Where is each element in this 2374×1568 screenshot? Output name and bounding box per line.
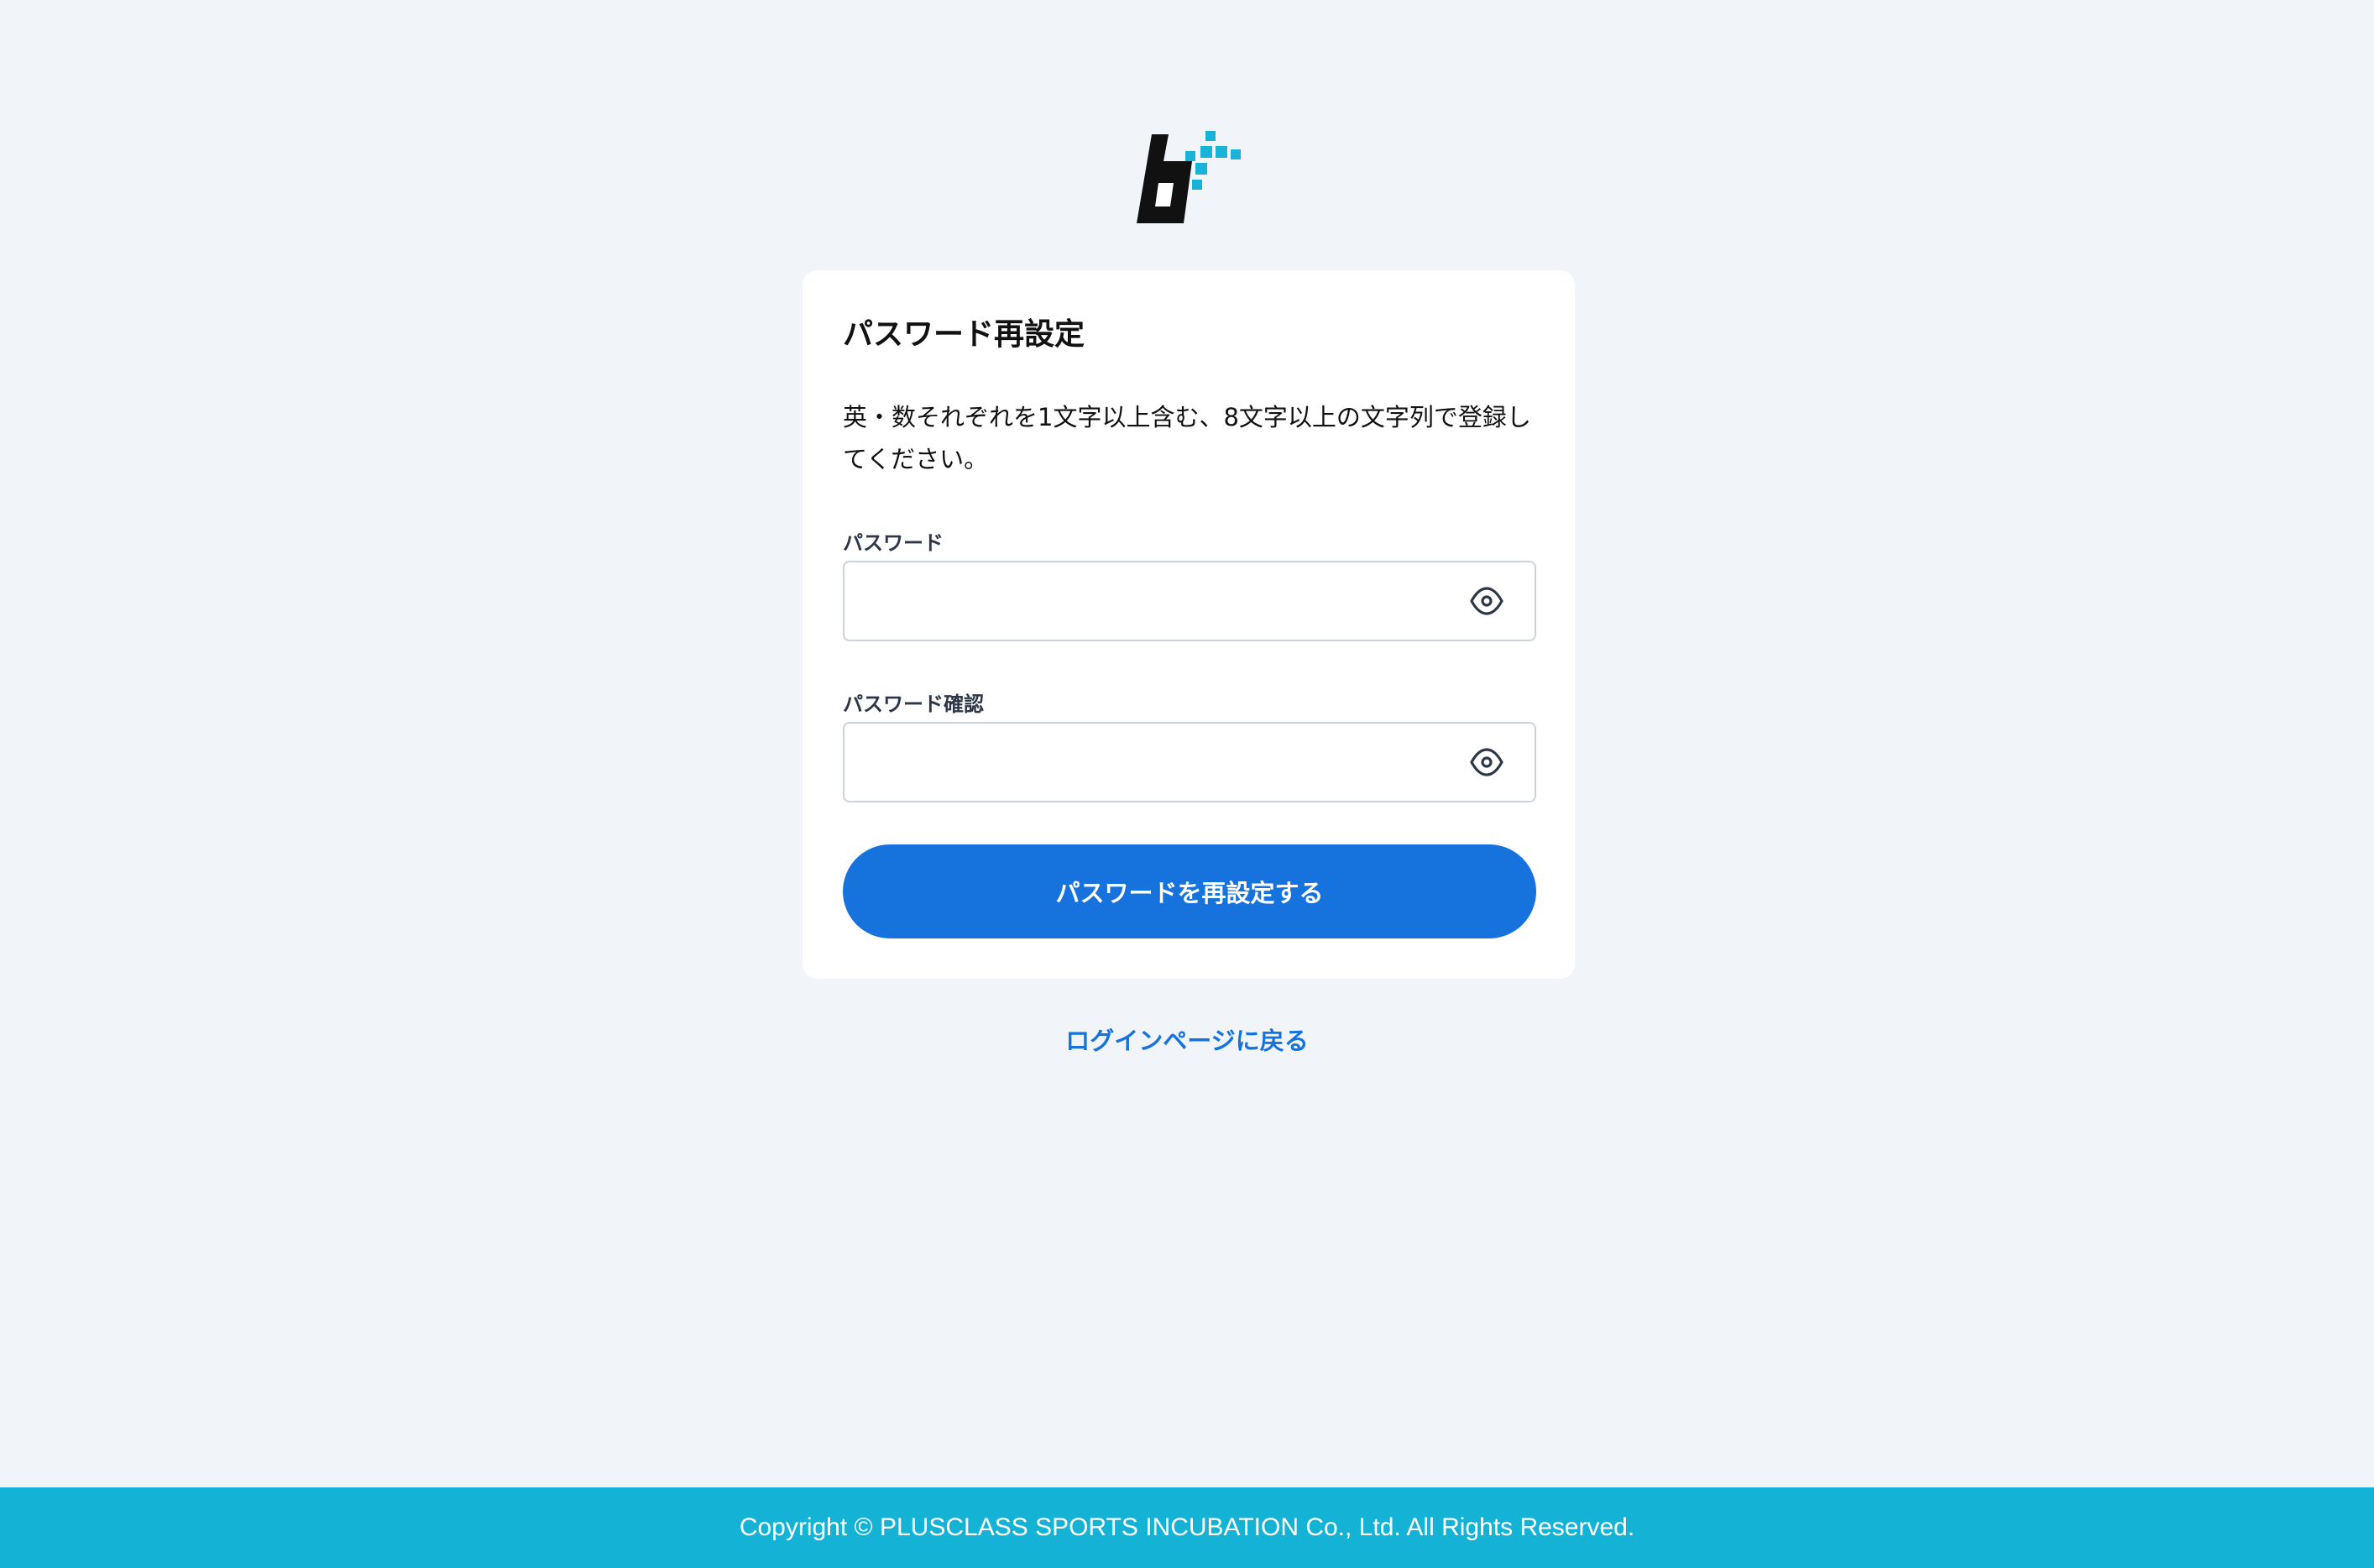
password-confirm-label: パスワード確認	[843, 693, 984, 716]
password-input[interactable]	[865, 562, 1452, 640]
back-to-login-link[interactable]: ログインページに戻る	[1065, 1027, 1308, 1055]
password-requirements-text: 英・数それぞれを1文字以上含む、8文字以上の文字列で登録してください。	[843, 403, 1531, 473]
password-field-container	[843, 561, 1536, 641]
password-label: パスワード	[843, 531, 944, 555]
password-reset-card: パスワード再設定 英・数それぞれを1文字以上含む、8文字以上の文字列で登録してく…	[803, 270, 1575, 979]
eye-icon[interactable]	[1469, 585, 1504, 617]
password-confirm-field-container	[843, 722, 1536, 802]
footer: Copyright © PLUSCLASS SPORTS INCUBATION …	[0, 1487, 2374, 1568]
eye-icon[interactable]	[1469, 746, 1504, 778]
b-plus-logo-icon	[1137, 131, 1241, 223]
app-logo	[1133, 131, 1244, 230]
copyright-text: Copyright © PLUSCLASS SPORTS INCUBATION …	[739, 1513, 1635, 1541]
reset-password-button[interactable]: パスワードを再設定する	[843, 844, 1536, 938]
card-title: パスワード再設定	[843, 317, 1085, 352]
back-to-login-container: ログインページに戻る	[0, 1022, 2374, 1059]
password-confirm-input[interactable]	[865, 724, 1452, 801]
